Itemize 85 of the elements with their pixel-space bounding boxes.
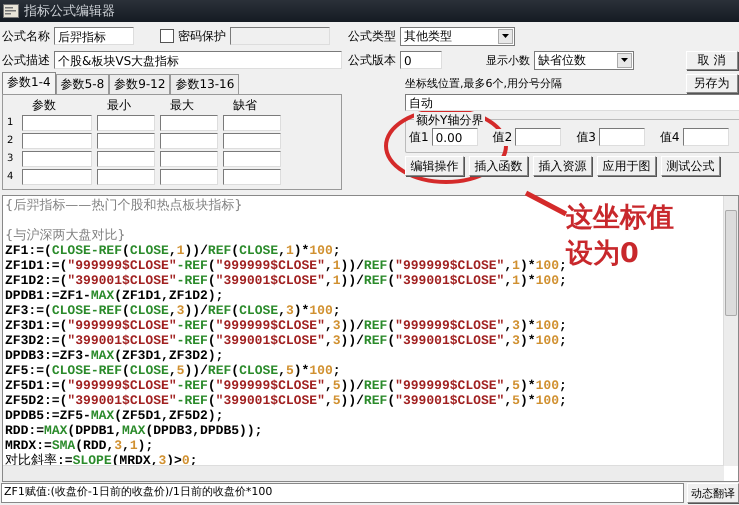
column-header: 缺省 bbox=[232, 97, 258, 113]
code-line: {后羿指标——热门个股和热点板块指标} bbox=[5, 198, 243, 213]
parameter-input[interactable] bbox=[22, 169, 92, 185]
action-button[interactable]: 插入资源 bbox=[533, 156, 592, 176]
vertical-scrollbar[interactable] bbox=[723, 196, 738, 466]
column-header: 参数 bbox=[31, 97, 57, 113]
action-button[interactable]: 编辑操作 bbox=[405, 156, 464, 176]
version-field[interactable]: 0 bbox=[400, 51, 442, 69]
type-label: 公式类型 bbox=[348, 28, 396, 44]
row-number: 2 bbox=[7, 134, 14, 148]
value-label: 值1 bbox=[409, 128, 429, 146]
annotation-text: 这坐标值设为0 bbox=[566, 201, 675, 271]
parameter-input[interactable] bbox=[160, 115, 218, 131]
parameter-input[interactable] bbox=[97, 133, 155, 149]
parameter-input[interactable] bbox=[97, 151, 155, 167]
parameter-input[interactable] bbox=[223, 151, 281, 167]
app-icon bbox=[3, 4, 19, 18]
column-header: 最大 bbox=[169, 97, 195, 113]
action-button[interactable]: 测试公式 bbox=[661, 156, 720, 176]
name-field[interactable]: 后羿指标 bbox=[54, 27, 134, 45]
translate-button[interactable]: 动态翻译 bbox=[687, 483, 739, 503]
code-line: ZF1D2:=("399001$CLOSE"-REF("399001$CLOSE",1))/REF("399001$CLOSE",1)*100; bbox=[5, 273, 567, 288]
code-line: ZF5D1:=("999999$CLOSE"-REF("999999$CLOSE",5))/REF("999999$CLOSE",5)*100; bbox=[5, 378, 567, 393]
value-field[interactable]: 0.00 bbox=[432, 128, 478, 146]
code-line: RDD:=MAX(DPDB1,MAX(DPDB3,DPDB5)); bbox=[5, 423, 262, 438]
code-line: ZF3D2:=("399001$CLOSE"-REF("399001$CLOSE",3))/REF("399001$CLOSE",3)*100; bbox=[5, 333, 567, 348]
cancel-button[interactable]: 取 消 bbox=[686, 50, 738, 70]
password-checkbox[interactable] bbox=[160, 29, 174, 43]
name-label: 公式名称 bbox=[2, 28, 50, 44]
value-label: 值4 bbox=[660, 128, 680, 146]
action-button[interactable]: 插入函数 bbox=[469, 156, 528, 176]
column-header: 最小 bbox=[106, 97, 132, 113]
decimals-label: 显示小数 bbox=[486, 52, 530, 68]
code-line: ZF5D2:=("399001$CLOSE"-REF("399001$CLOSE",5))/REF("399001$CLOSE",5)*100; bbox=[5, 393, 567, 408]
description-label: 公式描述 bbox=[2, 52, 50, 68]
parameter-input[interactable] bbox=[160, 151, 218, 167]
decimals-dropdown[interactable]: 缺省位数 bbox=[534, 50, 634, 70]
version-label: 公式版本 bbox=[348, 52, 396, 68]
password-field[interactable] bbox=[230, 27, 330, 45]
parameter-input[interactable] bbox=[22, 133, 92, 149]
axis-field[interactable]: 自动 bbox=[405, 94, 739, 111]
value-field[interactable] bbox=[598, 128, 645, 146]
parameter-input[interactable] bbox=[97, 115, 155, 131]
parameter-input[interactable] bbox=[97, 169, 155, 185]
parameter-tab[interactable]: 参数13-16 bbox=[170, 74, 240, 94]
parameter-input[interactable] bbox=[160, 133, 218, 149]
group-title: 额外Y轴分界 bbox=[414, 112, 486, 129]
code-line: ZF3:=(CLOSE-REF(CLOSE,3))/REF(CLOSE,3)*100; bbox=[5, 303, 341, 318]
parameter-tab[interactable]: 参数9-12 bbox=[109, 74, 170, 94]
row-number: 3 bbox=[7, 152, 14, 166]
parameter-input[interactable] bbox=[223, 133, 281, 149]
dropdown-arrow-icon bbox=[502, 34, 509, 38]
parameter-input[interactable] bbox=[22, 151, 92, 167]
row-number: 4 bbox=[7, 170, 14, 184]
horizontal-scrollbar[interactable] bbox=[3, 465, 724, 481]
parameter-tab[interactable]: 参数5-8 bbox=[56, 74, 110, 94]
code-line: {与沪深两大盘对比} bbox=[5, 228, 126, 243]
window-title: 指标公式编辑器 bbox=[24, 3, 115, 20]
parameter-tab[interactable]: 参数1-4 bbox=[2, 72, 56, 94]
parameter-input[interactable] bbox=[223, 169, 281, 185]
parameter-input[interactable] bbox=[160, 169, 218, 185]
code-editor[interactable] bbox=[2, 195, 739, 482]
dropdown-arrow-icon bbox=[621, 58, 628, 62]
status-text: ZF1赋值:(收盘价-1日前的收盘价)/1日前的收盘价*100 bbox=[1, 483, 684, 503]
code-line: DPDB5:=ZF5-MAX(ZF5D1,ZF5D2); bbox=[5, 408, 224, 423]
code-line: ZF5:=(CLOSE-REF(CLOSE,5))/REF(CLOSE,5)*100; bbox=[5, 363, 341, 378]
password-label: 密码保护 bbox=[178, 28, 226, 44]
axis-label: 坐标线位置,最多6个,用分号分隔 bbox=[404, 76, 562, 90]
value-label: 值2 bbox=[492, 128, 512, 146]
value-field[interactable] bbox=[515, 128, 562, 146]
code-line: DPDB1:=ZF1-MAX(ZF1D1,ZF1D2); bbox=[5, 288, 224, 303]
parameter-input[interactable] bbox=[223, 115, 281, 131]
code-line: ZF1D1:=("999999$CLOSE"-REF("999999$CLOSE",1))/REF("999999$CLOSE",1)*100; bbox=[5, 258, 567, 273]
parameter-input[interactable] bbox=[22, 115, 92, 131]
value-label: 值3 bbox=[576, 128, 596, 146]
code-line: DPDB3:=ZF3-MAX(ZF3D1,ZF3D2); bbox=[5, 348, 224, 363]
description-field[interactable]: 个股&板块VS大盘指标 bbox=[54, 51, 342, 69]
action-button[interactable]: 应用于图 bbox=[597, 156, 656, 176]
code-line: ZF3D1:=("999999$CLOSE"-REF("999999$CLOSE",3))/REF("999999$CLOSE",3)*100; bbox=[5, 318, 567, 333]
code-line: MRDX:=SMA(RDD,3,1); bbox=[5, 438, 154, 453]
code-line: ZF1:=(CLOSE-REF(CLOSE,1))/REF(CLOSE,1)*100; bbox=[5, 243, 341, 258]
type-dropdown[interactable]: 其他类型 bbox=[400, 26, 515, 46]
save-as-button[interactable]: 另存为 bbox=[686, 74, 738, 92]
row-number: 1 bbox=[7, 116, 14, 130]
value-field[interactable] bbox=[682, 128, 729, 146]
